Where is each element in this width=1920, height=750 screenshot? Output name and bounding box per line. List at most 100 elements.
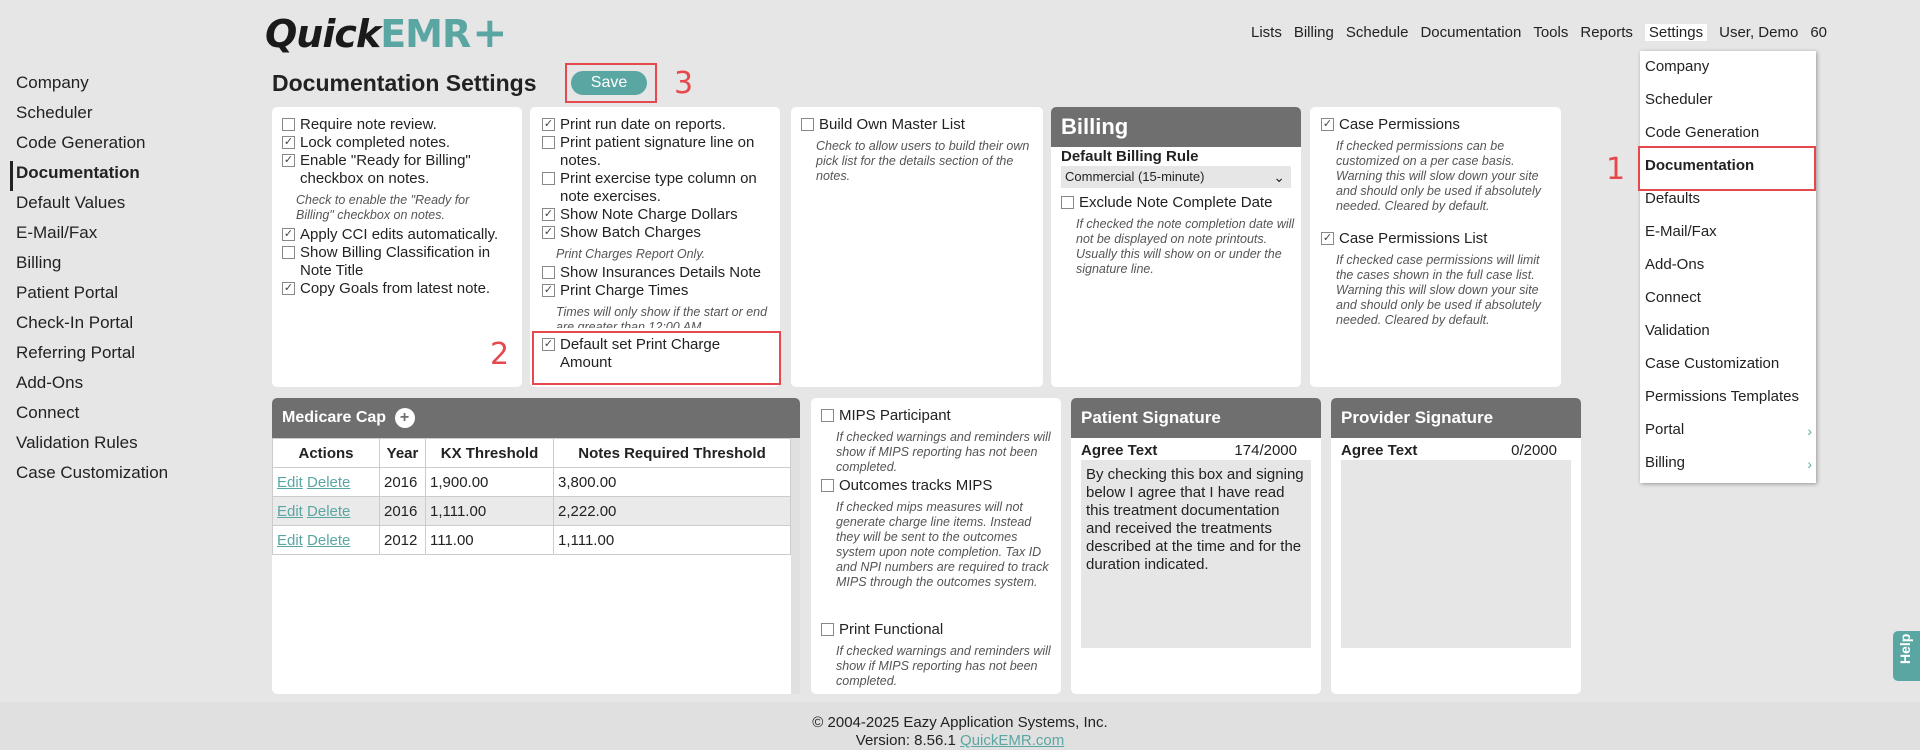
sidebar-item-scheduler[interactable]: Scheduler [16,101,256,131]
outcomes-tracks-mips-option[interactable]: Outcomes tracks MIPS [821,477,992,495]
checkbox[interactable] [821,479,834,492]
patient-agree-textarea[interactable]: By checking this box and signing below I… [1081,460,1311,648]
menu-item-code-generation[interactable]: Code Generation [1645,124,1759,144]
menu-item-permissions-templates[interactable]: Permissions Templates [1645,388,1799,408]
checkbox[interactable] [821,409,834,422]
menu-item-defaults[interactable]: Defaults [1645,190,1700,210]
apply-cci-edits-option[interactable]: ✓ Apply CCI edits automatically. [282,226,498,244]
sidebar-item-referring-portal[interactable]: Referring Portal [16,341,256,371]
master-list-help: Check to allow users to build their own … [816,139,1030,183]
checkbox[interactable] [801,118,814,131]
menu-item-email-fax[interactable]: E-Mail/Fax [1645,223,1717,243]
checkbox-checked[interactable]: ✓ [1321,118,1334,131]
vertical-scrollbar[interactable] [791,438,800,694]
delete-link[interactable]: Delete [307,503,350,520]
quickemr-logo[interactable]: QuickEMR+ [265,8,507,57]
sidebar-item-billing[interactable]: Billing [16,251,256,281]
patient-char-count: 174/2000 [1234,442,1297,459]
col-header-actions: Actions [272,438,380,468]
help-tab[interactable]: Help [1893,631,1920,681]
select-value: Commercial (15-minute) [1065,169,1205,184]
add-icon[interactable]: + [394,407,415,428]
sidebar-item-email-fax[interactable]: E-Mail/Fax [16,221,256,251]
nav-lists[interactable]: Lists [1251,24,1282,41]
menu-item-add-ons[interactable]: Add-Ons [1645,256,1704,276]
billing-rule-select[interactable]: Commercial (15-minute) ⌄ [1061,166,1291,188]
checkbox[interactable] [282,118,295,131]
delete-link[interactable]: Delete [307,532,350,549]
checkbox[interactable] [1061,196,1074,209]
sidebar-item-documentation[interactable]: Documentation [10,161,256,191]
sidebar-item-connect[interactable]: Connect [16,401,256,431]
checkbox[interactable] [542,136,555,149]
annotation-box-save [565,63,657,103]
checkbox[interactable] [821,623,834,636]
edit-link[interactable]: Edit [277,474,303,491]
ready-for-billing-option[interactable]: ✓ Enable "Ready for Billing" checkbox on … [282,152,514,188]
sidebar-item-case-customization[interactable]: Case Customization [16,461,256,491]
menu-item-portal[interactable]: Portal [1645,421,1684,441]
sidebar-item-code-generation[interactable]: Code Generation [16,131,256,161]
checkbox-checked[interactable]: ✓ [1321,232,1334,245]
checkbox-checked[interactable]: ✓ [542,226,555,239]
print-run-date-option[interactable]: ✓ Print run date on reports. [542,116,726,134]
menu-item-company[interactable]: Company [1645,58,1709,78]
build-own-master-list-option[interactable]: Build Own Master List [801,116,965,134]
table-row: Edit Delete 2016 1,900.00 3,800.00 [272,467,791,497]
nav-tools[interactable]: Tools [1533,24,1568,41]
print-charge-times-option[interactable]: ✓ Print Charge Times [542,282,688,300]
top-nav: Lists Billing Schedule Documentation Too… [1239,24,1827,41]
checkbox-checked[interactable]: ✓ [282,282,295,295]
provider-agree-text-label: Agree Text [1341,442,1418,459]
mips-participant-option[interactable]: MIPS Participant [821,407,951,425]
show-insurances-details-option[interactable]: Show Insurances Details Note [542,264,761,282]
checkbox-checked[interactable]: ✓ [542,208,555,221]
print-exercise-type-option[interactable]: Print exercise type column on note exerc… [542,170,774,206]
menu-item-case-customization[interactable]: Case Customization [1645,355,1779,375]
case-permissions-option[interactable]: ✓ Case Permissions [1321,116,1460,134]
edit-link[interactable]: Edit [277,503,303,520]
checkbox-checked[interactable]: ✓ [282,228,295,241]
menu-item-scheduler[interactable]: Scheduler [1645,91,1713,111]
edit-link[interactable]: Edit [277,532,303,549]
sidebar-item-validation-rules[interactable]: Validation Rules [16,431,256,461]
checkbox[interactable] [282,246,295,259]
checkbox-checked[interactable]: ✓ [542,284,555,297]
sidebar-item-company[interactable]: Company [16,71,256,101]
lock-completed-notes-option[interactable]: ✓ Lock completed notes. [282,134,450,152]
nav-reports[interactable]: Reports [1580,24,1633,41]
sidebar-item-add-ons[interactable]: Add-Ons [16,371,256,401]
delete-link[interactable]: Delete [307,474,350,491]
outcomes-tracks-mips-help: If checked mips measures will not genera… [836,500,1049,589]
sidebar-item-patient-portal[interactable]: Patient Portal [16,281,256,311]
checkbox-checked[interactable]: ✓ [282,154,295,167]
checkbox[interactable] [542,266,555,279]
nav-user[interactable]: User, Demo [1719,24,1798,41]
provider-agree-textarea[interactable] [1341,460,1571,648]
quickemr-link[interactable]: QuickEMR.com [960,732,1064,749]
option-label: Print patient signature line on notes. [560,134,755,169]
print-signature-line-option[interactable]: Print patient signature line on notes. [542,134,774,170]
menu-item-billing[interactable]: Billing [1645,454,1685,474]
menu-item-connect[interactable]: Connect [1645,289,1701,309]
sidebar-item-default-values[interactable]: Default Values [16,191,256,221]
checkbox[interactable] [542,172,555,185]
case-permissions-list-option[interactable]: ✓ Case Permissions List [1321,230,1487,248]
exclude-note-complete-date-option[interactable]: Exclude Note Complete Date [1061,194,1272,212]
col-header-notes-threshold: Notes Required Threshold [553,438,791,468]
menu-item-validation[interactable]: Validation [1645,322,1710,342]
kx-cell: 1,111.00 [425,496,554,526]
checkbox-checked[interactable]: ✓ [282,136,295,149]
copy-goals-option[interactable]: ✓ Copy Goals from latest note. [282,280,490,298]
checkbox-checked[interactable]: ✓ [542,118,555,131]
show-batch-charges-option[interactable]: ✓ Show Batch Charges [542,224,701,242]
sidebar-item-checkin-portal[interactable]: Check-In Portal [16,311,256,341]
print-functional-option[interactable]: Print Functional [821,621,943,639]
show-billing-classification-option[interactable]: Show Billing Classification in Note Titl… [282,244,514,280]
nav-billing[interactable]: Billing [1294,24,1334,41]
show-note-charge-dollars-option[interactable]: ✓ Show Note Charge Dollars [542,206,738,224]
nav-schedule[interactable]: Schedule [1346,24,1409,41]
require-note-review-option[interactable]: Require note review. [282,116,437,134]
nav-settings[interactable]: Settings [1644,24,1708,41]
nav-documentation[interactable]: Documentation [1420,24,1521,41]
